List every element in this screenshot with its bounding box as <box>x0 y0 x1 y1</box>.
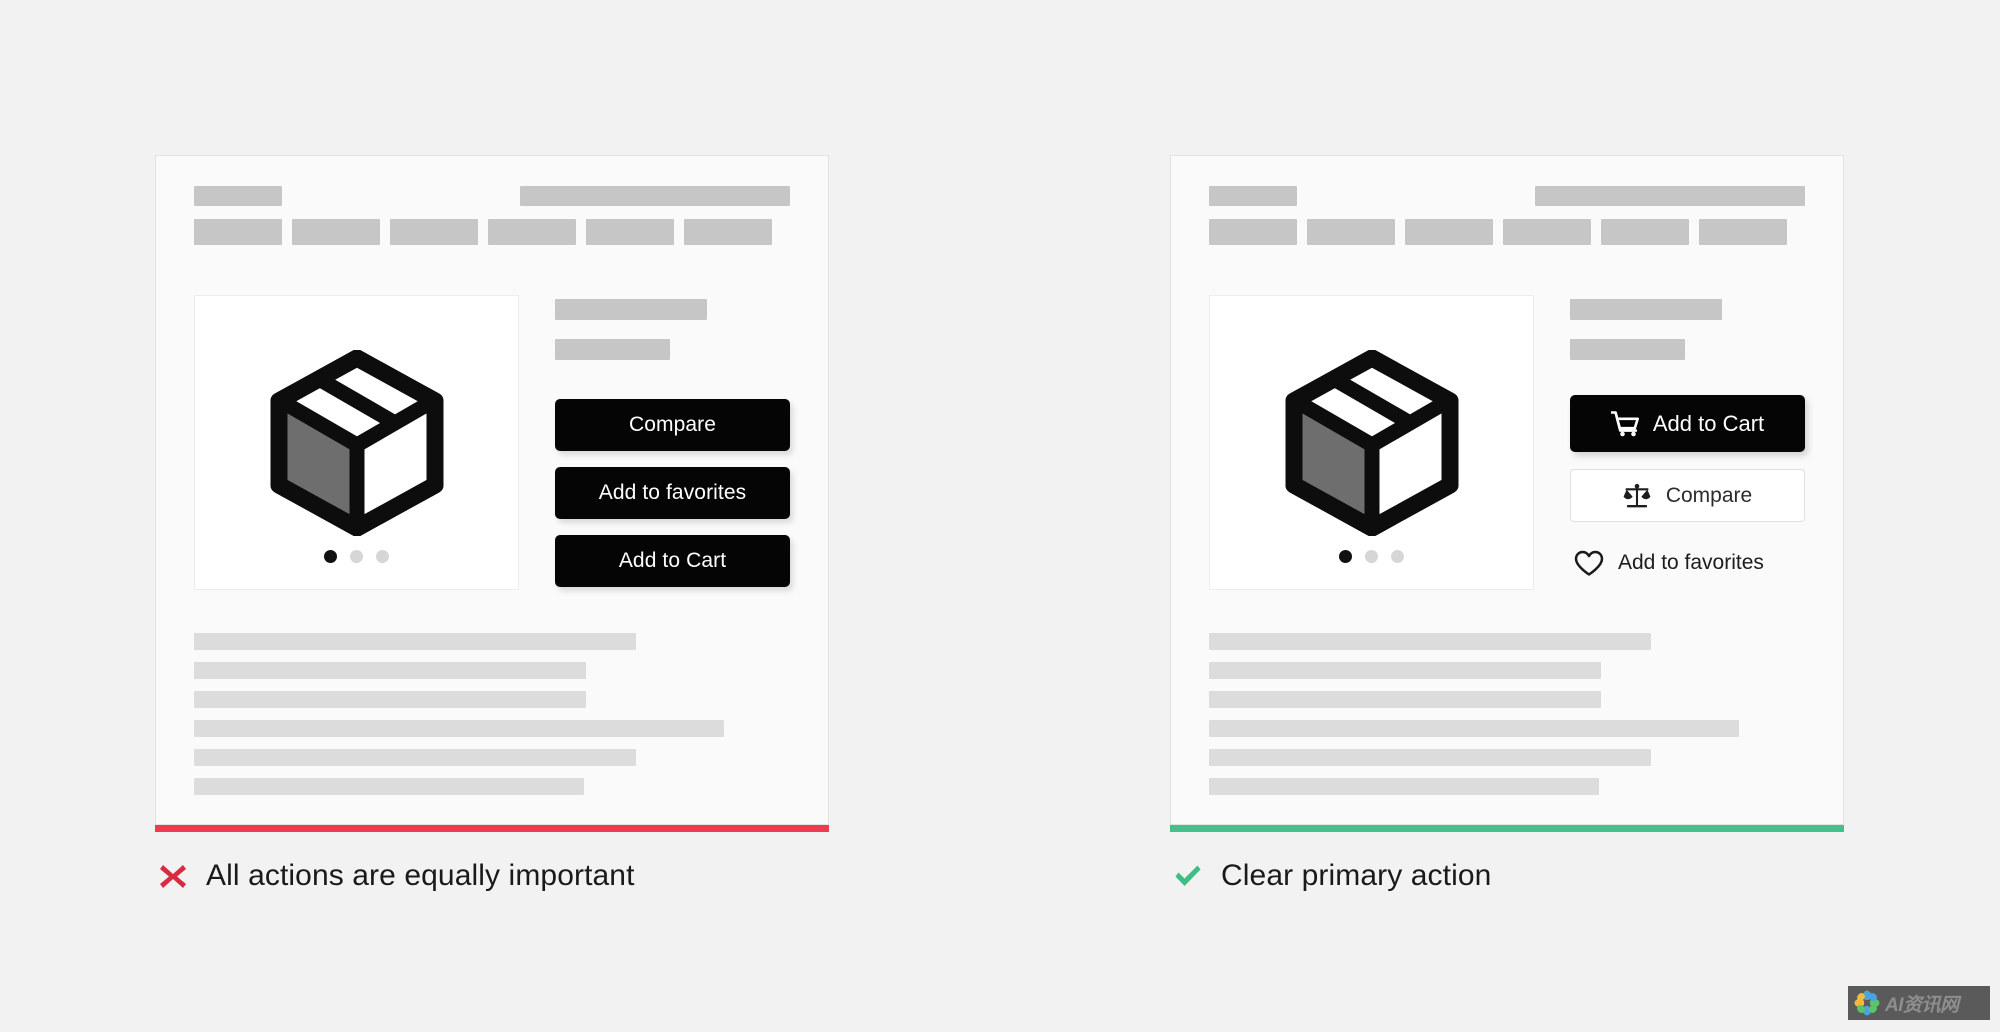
product-title-placeholder <box>1570 299 1722 320</box>
product-price-placeholder <box>1570 339 1685 360</box>
add-to-favorites-button[interactable]: Add to favorites <box>555 467 790 519</box>
product-title-placeholder <box>555 299 707 320</box>
product-area-good: Add to Cart Compare Add to favorites <box>1209 295 1805 590</box>
description-placeholder-lines-good <box>1209 633 1805 795</box>
carousel-dot[interactable] <box>324 550 337 563</box>
product-box-icon <box>270 349 443 536</box>
nav-item-placeholder[interactable] <box>1699 219 1787 245</box>
add-to-cart-button[interactable]: Add to Cart <box>555 535 790 587</box>
add-to-cart-button[interactable]: Add to Cart <box>1570 395 1805 452</box>
product-info-bad: Compare Add to favorites Add to Cart <box>555 295 790 590</box>
chrome-nav-row <box>194 219 790 245</box>
page-root: Compare Add to favorites Add to Cart All… <box>0 0 2000 1032</box>
example-good: Add to Cart Compare Add to favorites Cle… <box>1170 155 1844 893</box>
product-image-good <box>1209 295 1534 590</box>
product-price-placeholder <box>555 339 670 360</box>
compare-button[interactable]: Compare <box>1570 469 1805 522</box>
description-line <box>1209 778 1599 795</box>
product-box-icon <box>1285 349 1458 536</box>
description-line <box>1209 662 1601 679</box>
chrome-search-placeholder <box>520 186 790 206</box>
add-to-cart-label: Add to Cart <box>1652 410 1765 436</box>
nav-item-placeholder[interactable] <box>390 219 478 245</box>
nav-item-placeholder[interactable] <box>586 219 674 245</box>
chrome-nav-row <box>1209 219 1805 245</box>
carousel-dots-good <box>1210 550 1533 563</box>
check-mark-icon <box>1175 865 1201 886</box>
carousel-dot[interactable] <box>1339 550 1352 563</box>
action-buttons-good: Add to Cart Compare Add to favorites <box>1570 395 1805 582</box>
flower-logo-icon <box>1854 990 1880 1016</box>
nav-item-placeholder[interactable] <box>194 219 282 245</box>
product-image-bad <box>194 295 519 590</box>
accent-bar-good <box>1170 825 1844 832</box>
nav-item-placeholder[interactable] <box>684 219 772 245</box>
nav-item-placeholder[interactable] <box>1601 219 1689 245</box>
compare-label: Compare <box>1665 483 1753 507</box>
caption-text: All actions are equally important <box>206 859 635 892</box>
carousel-dot[interactable] <box>376 550 389 563</box>
nav-item-placeholder[interactable] <box>1209 219 1297 245</box>
chrome-top-row <box>194 186 790 206</box>
description-line <box>194 720 724 737</box>
chrome-search-placeholder <box>1535 186 1805 206</box>
caption-bad: All actions are equally important <box>155 859 829 893</box>
watermark-text: AI资讯网 <box>1885 994 1959 1016</box>
nav-item-placeholder[interactable] <box>488 219 576 245</box>
product-area-bad: Compare Add to favorites Add to Cart <box>194 295 790 590</box>
description-line <box>194 662 586 679</box>
product-info-good: Add to Cart Compare Add to favorites <box>1570 295 1805 590</box>
description-line <box>194 778 584 795</box>
carousel-dots-bad <box>195 550 518 563</box>
cross-mark-icon <box>160 865 186 888</box>
shopping-cart-icon <box>1610 410 1639 437</box>
add-to-favorites-button[interactable]: Add to favorites <box>1570 544 1805 582</box>
balance-scale-icon <box>1623 482 1651 509</box>
chrome-top-row <box>1209 186 1805 206</box>
carousel-dot[interactable] <box>1365 550 1378 563</box>
caption-good: Clear primary action <box>1170 859 1844 893</box>
action-buttons-bad: Compare Add to favorites Add to Cart <box>555 399 790 587</box>
chrome-logo-placeholder <box>1209 186 1297 206</box>
accent-bar-bad <box>155 825 829 832</box>
example-bad: Compare Add to favorites Add to Cart All… <box>155 155 829 893</box>
nav-item-placeholder[interactable] <box>1503 219 1591 245</box>
description-line <box>194 691 586 708</box>
description-placeholder-lines-bad <box>194 633 790 795</box>
description-line <box>1209 691 1601 708</box>
add-to-favorites-label: Add to favorites <box>1618 551 1764 574</box>
description-line <box>1209 749 1651 766</box>
browser-mockup-card-bad: Compare Add to favorites Add to Cart <box>155 155 829 825</box>
watermark: AI资讯网 <box>1848 986 1990 1020</box>
description-line <box>1209 633 1651 650</box>
description-line <box>194 749 636 766</box>
description-line <box>1209 720 1739 737</box>
browser-mockup-card-good: Add to Cart Compare Add to favorites <box>1170 155 1844 825</box>
carousel-dot[interactable] <box>1391 550 1404 563</box>
heart-icon <box>1574 550 1604 577</box>
nav-item-placeholder[interactable] <box>292 219 380 245</box>
nav-item-placeholder[interactable] <box>1307 219 1395 245</box>
nav-item-placeholder[interactable] <box>1405 219 1493 245</box>
compare-button[interactable]: Compare <box>555 399 790 451</box>
carousel-dot[interactable] <box>350 550 363 563</box>
description-line <box>194 633 636 650</box>
chrome-logo-placeholder <box>194 186 282 206</box>
caption-text: Clear primary action <box>1221 859 1492 892</box>
